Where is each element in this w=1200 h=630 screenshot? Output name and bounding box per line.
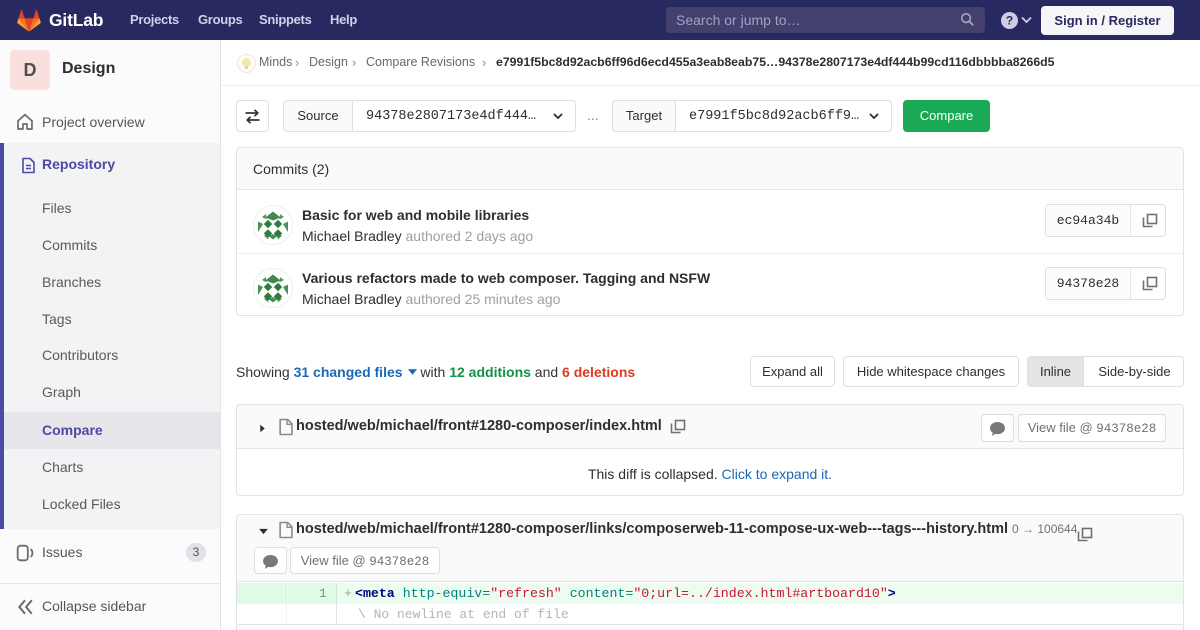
svg-text:?: ?	[1006, 14, 1013, 28]
